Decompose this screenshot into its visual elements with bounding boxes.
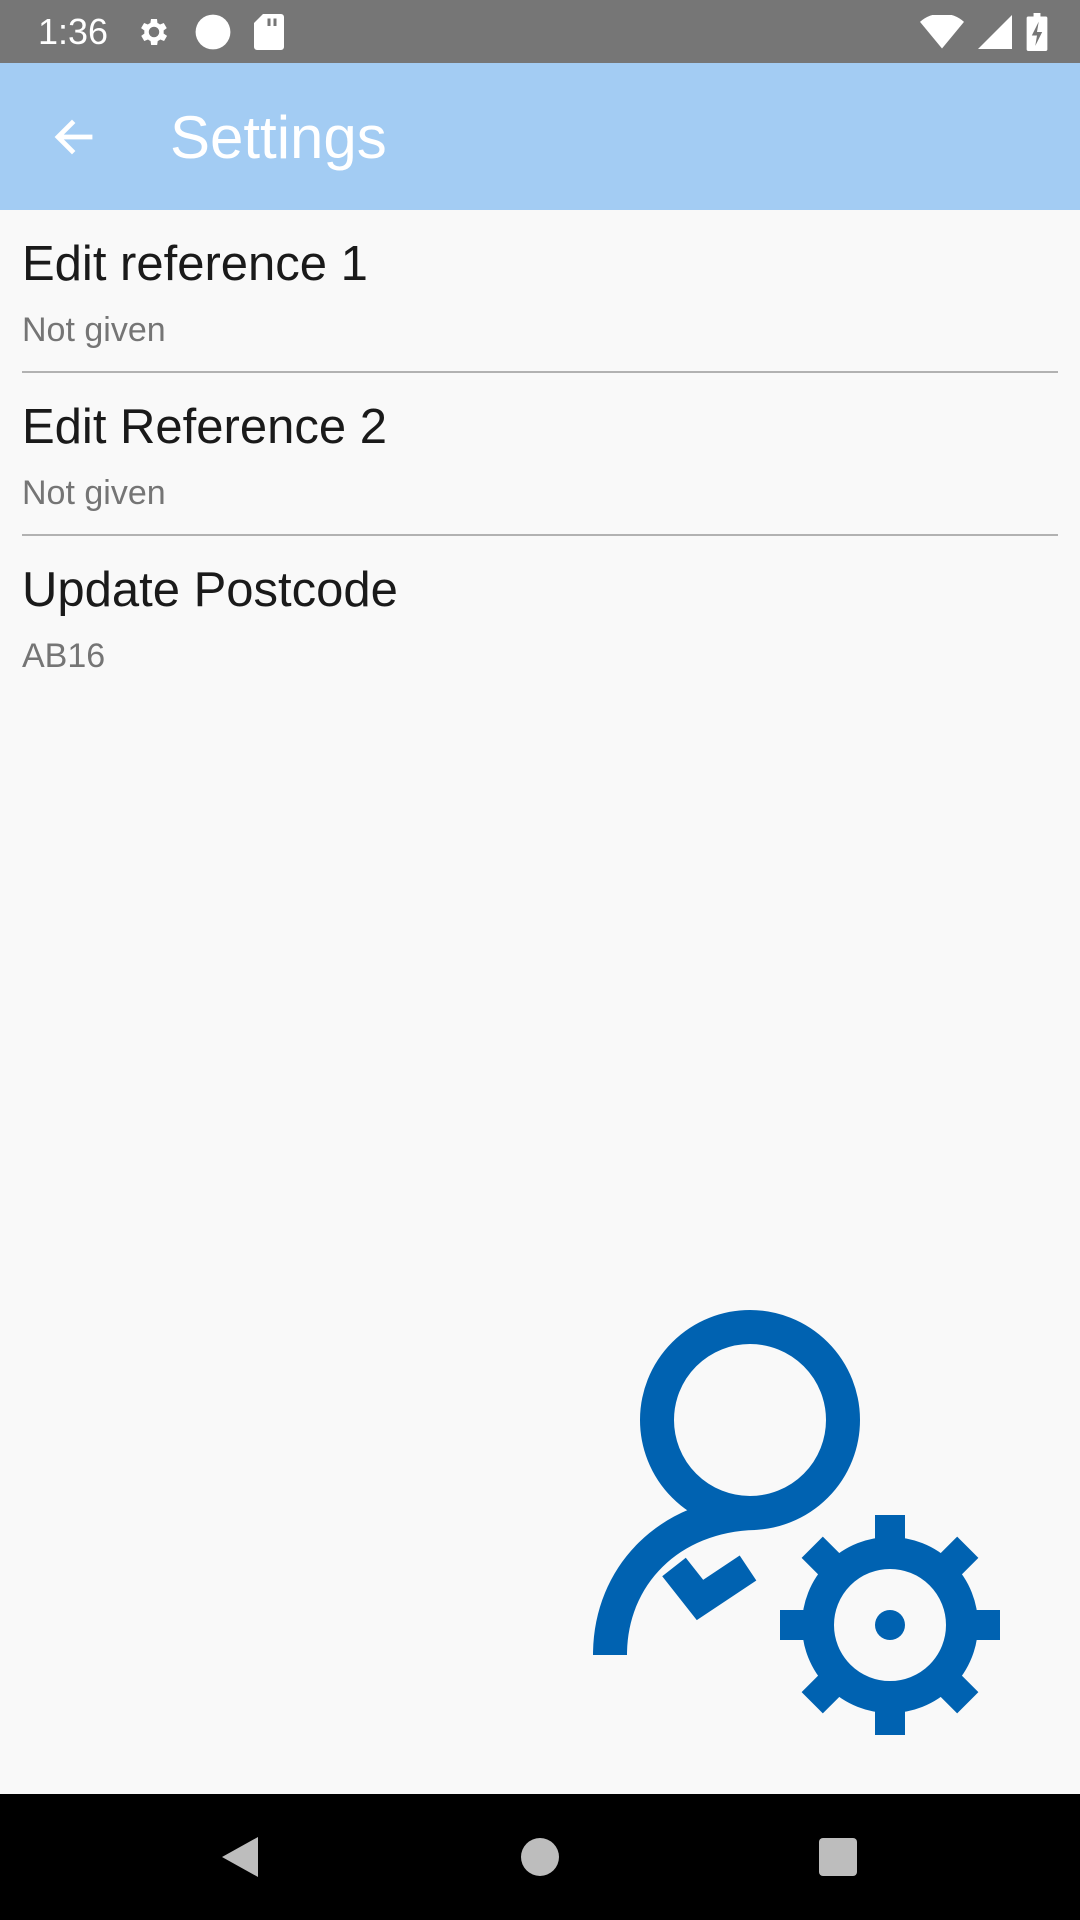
gear-icon <box>141 18 168 46</box>
user-settings-icon <box>593 1310 1000 1735</box>
nav-back-button[interactable] <box>210 1827 270 1887</box>
setting-summary: Not given <box>22 311 166 349</box>
wifi-icon <box>920 15 964 49</box>
sd-card-icon <box>254 14 284 50</box>
back-triangle-icon <box>222 1837 258 1877</box>
page-title: Settings <box>170 104 387 171</box>
status-time: 1:36 <box>38 11 109 52</box>
battery-icon <box>1026 13 1048 51</box>
setting-title: Edit reference 1 <box>22 237 368 291</box>
settings-list: Edit reference 1 Not given Edit Referenc… <box>0 210 1080 699</box>
back-button[interactable] <box>38 105 110 169</box>
signal-icon <box>978 15 1012 49</box>
status-left-icons <box>136 13 284 51</box>
setting-item-edit-reference-2[interactable]: Edit Reference 2 Not given <box>22 373 1058 536</box>
circle-icon <box>195 14 231 50</box>
status-bar: 1:36 <box>0 0 1080 63</box>
nav-bar <box>0 1794 1080 1920</box>
setting-title: Update Postcode <box>22 563 398 617</box>
screen: 1:36 Settings Edit reference 1 Not given… <box>0 0 1080 1920</box>
setting-item-edit-reference-1[interactable]: Edit reference 1 Not given <box>22 210 1058 373</box>
setting-summary: AB16 <box>22 637 106 675</box>
setting-summary: Not given <box>22 474 166 512</box>
app-bar: Settings <box>0 63 1080 210</box>
arrow-left-icon <box>54 119 93 155</box>
setting-item-update-postcode[interactable]: Update Postcode AB16 <box>22 536 1058 699</box>
nav-home-button[interactable] <box>510 1827 570 1887</box>
recents-square-icon <box>819 1838 857 1876</box>
status-right-icons <box>920 13 1048 51</box>
setting-title: Edit Reference 2 <box>22 400 387 454</box>
nav-recents-button[interactable] <box>808 1827 868 1887</box>
home-circle-icon <box>521 1838 559 1876</box>
